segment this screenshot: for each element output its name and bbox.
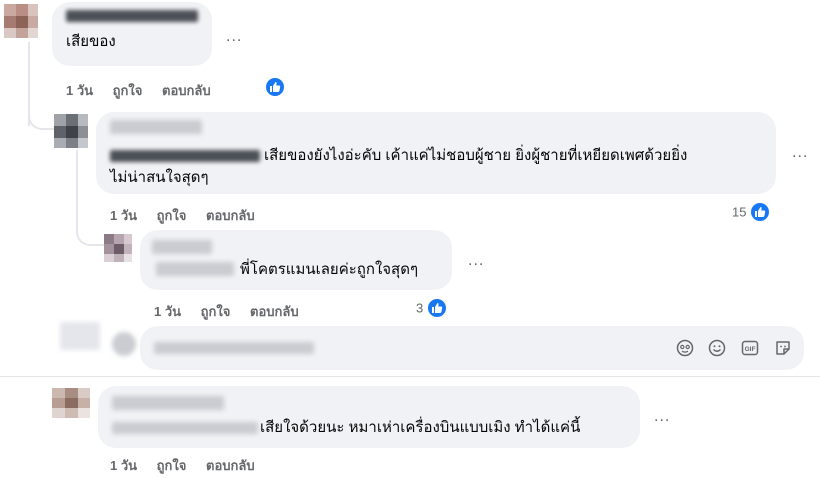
comment-bubble: พี่โคตรแมนเลยค่ะถูกใจสุดๆ: [140, 230, 452, 290]
reaction-count-value: 3: [416, 300, 424, 316]
avatar-sticker-icon[interactable]: [676, 339, 694, 357]
tagged-name-redacted[interactable]: [156, 262, 234, 276]
like-button[interactable]: ถูกใจ: [157, 458, 187, 473]
like-button[interactable]: ถูกใจ: [113, 83, 143, 98]
avatar: [60, 322, 100, 350]
avatar[interactable]: [52, 388, 90, 418]
reply-button[interactable]: ตอบกลับ: [206, 458, 255, 473]
comment-timestamp[interactable]: 1 วัน: [110, 458, 137, 473]
reaction-count[interactable]: 3: [416, 299, 446, 317]
comment-timestamp[interactable]: 1 วัน: [110, 208, 137, 223]
commenter-name-redacted[interactable]: [112, 396, 224, 410]
divider: [0, 376, 820, 377]
comment-text: เสียใจด้วยนะ หมาเห่าเครื่องบินแบบเมิง ทำ…: [260, 419, 581, 436]
sticker-icon[interactable]: [774, 339, 792, 357]
emoji-icon[interactable]: [708, 339, 726, 357]
commenter-name-redacted[interactable]: [110, 120, 202, 134]
comment-text: ไม่น่าสนใจสุดๆ: [110, 169, 209, 186]
commenter-name-redacted[interactable]: [152, 240, 212, 254]
thread-connector: [28, 110, 54, 130]
like-reaction[interactable]: [266, 78, 284, 96]
comment-bubble: เสียของยังไงอ่ะคับ เค้าแค่ไม่ชอบผู้ชาย ย…: [96, 112, 776, 194]
comment-text: เสียของยังไงอ่ะคับ เค้าแค่ไม่ชอบผู้ชาย ย…: [264, 147, 688, 164]
like-icon: [266, 78, 284, 96]
commenter-name-redacted[interactable]: [66, 10, 198, 22]
comment-timestamp[interactable]: 1 วัน: [66, 83, 93, 98]
gif-icon[interactable]: GIF: [741, 339, 759, 357]
more-options-button[interactable]: ...: [468, 252, 484, 270]
avatar[interactable]: [54, 114, 88, 148]
avatar[interactable]: [104, 234, 132, 262]
comment-bubble: เสียใจด้วยนะ หมาเห่าเครื่องบินแบบเมิง ทำ…: [98, 386, 640, 448]
svg-text:GIF: GIF: [745, 346, 756, 353]
comment-actions: 1 วัน ถูกใจ ตอบกลับ: [154, 301, 315, 322]
comment-timestamp[interactable]: 1 วัน: [154, 304, 181, 319]
comment-actions: 1 วัน ถูกใจ ตอบกลับ: [110, 205, 271, 226]
reply-button[interactable]: ตอบกลับ: [162, 83, 211, 98]
thread-connector: [76, 150, 106, 246]
like-button[interactable]: ถูกใจ: [201, 304, 231, 319]
comment-actions: 1 วัน ถูกใจ ตอบกลับ: [110, 455, 271, 476]
like-button[interactable]: ถูกใจ: [157, 208, 187, 223]
tagged-name-redacted[interactable]: [110, 150, 260, 162]
more-options-button[interactable]: ...: [226, 28, 242, 46]
more-options-button[interactable]: ...: [792, 144, 808, 162]
comment-text: เสียของ: [66, 33, 116, 50]
reply-placeholder-redacted: [154, 342, 314, 354]
comment-text: พี่โคตรแมนเลยค่ะถูกใจสุดๆ: [240, 261, 419, 278]
avatar[interactable]: [4, 4, 38, 38]
like-icon: [427, 299, 446, 317]
more-options-button[interactable]: ...: [654, 408, 670, 426]
tagged-name-redacted[interactable]: [112, 422, 258, 434]
reaction-count-value: 15: [732, 204, 747, 220]
like-icon: [750, 203, 769, 221]
reply-button[interactable]: ตอบกลับ: [250, 304, 299, 319]
avatar: [112, 332, 136, 356]
reaction-count[interactable]: 15: [732, 203, 769, 221]
comment-actions: 1 วัน ถูกใจ ตอบกลับ: [66, 80, 227, 101]
comment-bubble: เสียของ: [52, 2, 212, 66]
reply-input[interactable]: GIF: [140, 326, 804, 370]
reply-button[interactable]: ตอบกลับ: [206, 208, 255, 223]
